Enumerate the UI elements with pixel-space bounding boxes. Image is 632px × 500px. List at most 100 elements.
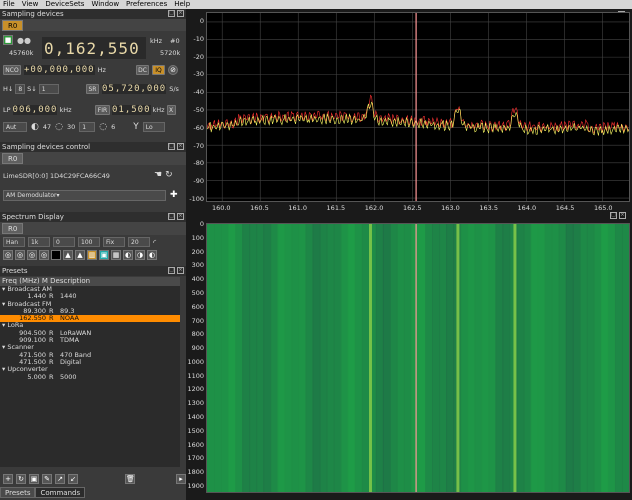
nco-button[interactable]: NCO bbox=[3, 65, 21, 75]
nco-value[interactable]: +00,000,000 bbox=[24, 65, 95, 75]
lp-value[interactable]: 006,000 bbox=[12, 105, 58, 115]
preset-row[interactable]: 5.000 R 5000 bbox=[0, 372, 180, 381]
hand-icon[interactable]: ☚ bbox=[154, 170, 162, 180]
gradient-icon[interactable]: ▥ bbox=[87, 250, 97, 260]
fft-size-combo[interactable]: 1k bbox=[28, 237, 50, 247]
close-icon[interactable]: × bbox=[619, 212, 626, 219]
histogram-icon[interactable]: ◎ bbox=[27, 250, 37, 260]
add-channel-icon[interactable]: ✚ bbox=[170, 190, 178, 200]
pga-dial-icon[interactable]: ◌ bbox=[99, 122, 107, 132]
waterfall-band bbox=[284, 224, 293, 492]
center-frequency-display[interactable]: 0,162,550 bbox=[42, 37, 146, 59]
col-freq[interactable]: Freq (MHz) bbox=[2, 277, 40, 285]
dc-button[interactable]: DC bbox=[136, 65, 149, 75]
record-icon[interactable]: ●● bbox=[17, 36, 31, 45]
s-decim-combo[interactable]: 1 bbox=[38, 84, 59, 94]
fix-combo[interactable]: Fix bbox=[103, 237, 125, 247]
tab-commands[interactable]: Commands bbox=[35, 487, 86, 498]
spectrum-icon[interactable]: ▲ bbox=[75, 250, 85, 260]
settings-icon[interactable]: ⊘ bbox=[168, 65, 178, 75]
range-combo[interactable]: 100 bbox=[78, 237, 100, 247]
stroke-icon[interactable]: ◜ bbox=[153, 238, 156, 247]
waterfall-band bbox=[207, 224, 216, 492]
float-icon[interactable]: □ bbox=[168, 143, 175, 150]
hi-decim-combo[interactable]: 8 bbox=[15, 84, 26, 94]
antenna-combo[interactable]: Lo bbox=[142, 122, 165, 132]
tab-r0[interactable]: R0 bbox=[2, 153, 24, 164]
waterfall-band bbox=[460, 224, 469, 492]
float-icon[interactable]: □ bbox=[168, 213, 175, 220]
export-icon[interactable]: ↗ bbox=[55, 474, 65, 484]
gain-icon[interactable]: ◑ bbox=[135, 250, 145, 260]
menu-help[interactable]: Help bbox=[174, 0, 190, 9]
col-desc[interactable]: Description bbox=[50, 277, 90, 285]
color-map-icon[interactable]: ▦ bbox=[111, 250, 121, 260]
close-icon[interactable]: × bbox=[177, 213, 184, 220]
col-m[interactable]: M bbox=[42, 277, 48, 285]
waterfall-y-tick: 1900 bbox=[187, 482, 204, 490]
tia-combo[interactable]: 1 bbox=[79, 122, 96, 132]
tab-r0[interactable]: R0 bbox=[2, 20, 24, 31]
delete-icon[interactable]: 🗑 bbox=[125, 474, 135, 484]
menu-preferences[interactable]: Preferences bbox=[126, 0, 167, 9]
channel-plugin-combo[interactable]: AM Demodulator▾ bbox=[3, 190, 166, 201]
update-preset-icon[interactable]: ↻ bbox=[16, 474, 26, 484]
level-icon[interactable]: ◐ bbox=[147, 250, 157, 260]
waterfall-band bbox=[523, 224, 532, 492]
bottom-tab-bar: Presets Commands bbox=[0, 487, 86, 498]
start-stop-icon[interactable]: ■ bbox=[3, 35, 13, 45]
decim-row: H↓ 8 S↓ 1 bbox=[3, 84, 59, 94]
fir-button[interactable]: FIR bbox=[95, 105, 110, 115]
black-color-icon[interactable] bbox=[51, 250, 61, 260]
tab-r0[interactable]: R0 bbox=[2, 223, 24, 234]
close-icon[interactable]: × bbox=[177, 267, 184, 274]
window-combo[interactable]: Han bbox=[3, 237, 25, 247]
avg-combo[interactable]: 20 bbox=[128, 237, 150, 247]
waterfall-band bbox=[502, 224, 511, 492]
spectrum-plot[interactable] bbox=[206, 12, 630, 202]
gain-dial-icon[interactable]: ◐ bbox=[31, 122, 39, 132]
waterfall-band bbox=[298, 224, 307, 492]
spectrum-y-tick: -50 bbox=[193, 106, 204, 114]
import-icon[interactable]: ↙ bbox=[68, 474, 78, 484]
menu-view[interactable]: View bbox=[22, 0, 39, 9]
new-preset-icon[interactable]: + bbox=[3, 474, 13, 484]
lna-dial-icon[interactable]: ◌ bbox=[55, 122, 63, 132]
menu-window[interactable]: Window bbox=[91, 0, 119, 9]
edit-icon[interactable]: ✎ bbox=[42, 474, 52, 484]
menu-devicesets[interactable]: DeviceSets bbox=[45, 0, 84, 9]
waterfall-band bbox=[565, 224, 574, 492]
x-button[interactable]: X bbox=[166, 105, 176, 115]
waterfall-plot[interactable] bbox=[206, 223, 630, 493]
trace-icon[interactable]: ◎ bbox=[15, 250, 25, 260]
waterfall-band bbox=[291, 224, 300, 492]
waterfall-band bbox=[425, 224, 434, 492]
float-icon[interactable]: □ bbox=[168, 10, 175, 17]
reload-icon[interactable]: ↻ bbox=[165, 170, 173, 180]
ref-level-combo[interactable]: 0 bbox=[53, 237, 75, 247]
close-icon[interactable]: × bbox=[177, 143, 184, 150]
float-icon[interactable]: □ bbox=[168, 267, 175, 274]
gain-mode-combo[interactable]: Aut bbox=[3, 122, 27, 132]
float-icon[interactable]: □ bbox=[610, 212, 617, 219]
waterfall-band bbox=[228, 224, 237, 492]
save-icon[interactable]: ▣ bbox=[29, 474, 39, 484]
close-icon[interactable]: × bbox=[177, 10, 184, 17]
invert-icon[interactable]: ◐ bbox=[123, 250, 133, 260]
grid-icon[interactable]: ▣ bbox=[99, 250, 109, 260]
clear-icon[interactable]: ◎ bbox=[3, 250, 13, 260]
sr-value[interactable]: 05,720,000 bbox=[102, 84, 167, 94]
spectrum-trace bbox=[207, 101, 629, 136]
preset-row[interactable]: 162.550 R NOAA bbox=[0, 314, 180, 323]
iq-button[interactable]: IQ bbox=[152, 65, 165, 75]
sr-button[interactable]: SR bbox=[86, 84, 99, 94]
waterfall-icon[interactable]: ▲ bbox=[63, 250, 73, 260]
waterfall-y-tick: 700 bbox=[191, 316, 204, 325]
menu-file[interactable]: File bbox=[3, 0, 15, 9]
max-hold-icon[interactable]: ◎ bbox=[39, 250, 49, 260]
preset-freq: 5.000 bbox=[27, 372, 46, 381]
fir-value[interactable]: 01,500 bbox=[112, 105, 151, 115]
load-icon[interactable]: ▸ bbox=[176, 474, 186, 484]
presets-tree[interactable]: Freq (MHz) M Description ▾ Broadcast AM 1… bbox=[0, 277, 180, 467]
tab-presets[interactable]: Presets bbox=[0, 487, 36, 498]
